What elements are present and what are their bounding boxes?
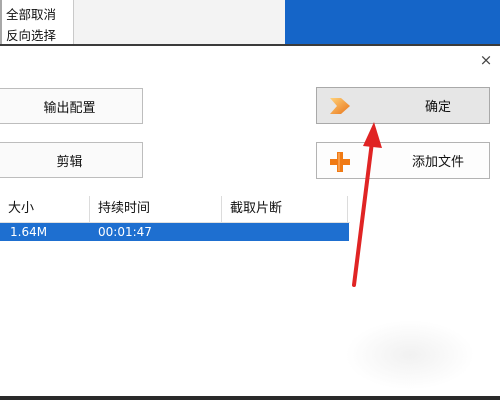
- confirm-button[interactable]: 确定: [316, 87, 490, 124]
- table-header: 大小 持续时间 截取片断: [0, 196, 350, 223]
- edit-label: 剪辑: [56, 154, 83, 170]
- menu-item-invert-selection[interactable]: 反向选择: [6, 25, 56, 44]
- header-filler: [350, 196, 500, 222]
- column-header-clip[interactable]: 截取片断: [222, 196, 348, 222]
- context-menu: 全部取消 反向选择: [0, 0, 74, 45]
- cell-duration: 00:01:47: [98, 225, 152, 239]
- background-panel: [285, 0, 500, 44]
- export-config-label: 输出配置: [43, 100, 96, 116]
- cell-size: 1.64M: [10, 225, 48, 239]
- add-file-button[interactable]: 添加文件: [316, 142, 490, 179]
- column-header-duration[interactable]: 持续时间: [90, 196, 222, 222]
- context-menu-edge: [0, 0, 2, 44]
- table-row[interactable]: 1.64M 00:01:47: [0, 223, 349, 241]
- menu-item-select-none[interactable]: 全部取消: [6, 4, 56, 23]
- window-edge: [0, 44, 500, 46]
- close-icon[interactable]: ×: [478, 52, 494, 68]
- blurred-area: [345, 320, 475, 390]
- window-bottom-edge: [0, 396, 500, 400]
- add-file-label: 添加文件: [411, 155, 464, 170]
- arrow-right-icon: [330, 98, 350, 114]
- confirm-label: 确定: [424, 100, 451, 115]
- plus-icon: [330, 152, 350, 172]
- edit-button[interactable]: 剪辑: [0, 142, 143, 178]
- column-header-size[interactable]: 大小: [0, 196, 90, 222]
- top-strip: 全部取消 反向选择: [0, 0, 500, 46]
- export-config-button[interactable]: 输出配置: [0, 88, 143, 124]
